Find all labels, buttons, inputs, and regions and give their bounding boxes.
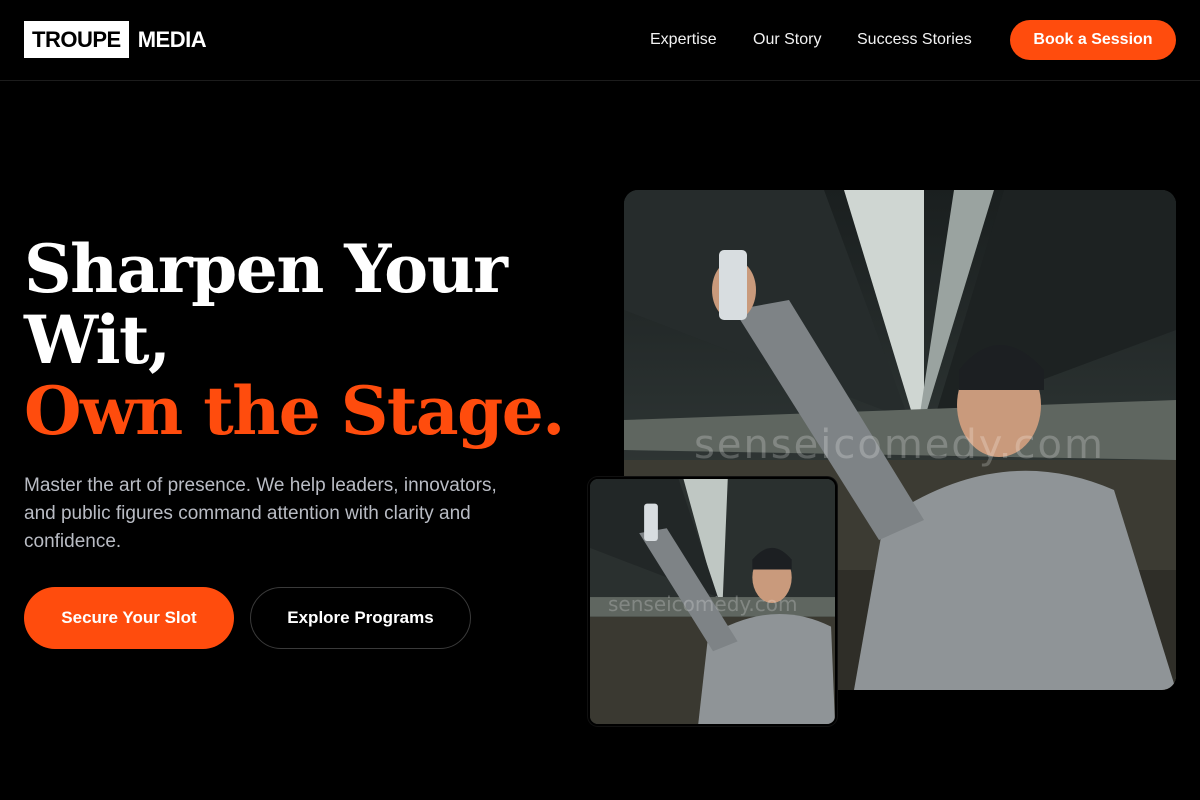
hero-subtitle: Master the art of presence. We help lead… — [24, 475, 497, 552]
hero-title-line: Sharpen Your Wit, — [24, 230, 508, 379]
hero-photo-small: senseicomedy.com — [588, 477, 837, 726]
site-header: TROUPE MEDIA Expertise Our Story Success… — [0, 0, 1200, 81]
book-session-button[interactable]: Book a Session — [1010, 20, 1176, 60]
hero-title: Sharpen Your Wit, Own the Stage. — [24, 234, 584, 447]
watermark: senseicomedy.com — [694, 422, 1105, 468]
main-nav: Expertise Our Story Success Stories Book… — [0, 0, 1200, 80]
nav-link-expertise[interactable]: Expertise — [650, 31, 717, 49]
nav-link-our-story[interactable]: Our Story — [753, 31, 821, 49]
secure-slot-button[interactable]: Secure Your Slot — [24, 587, 234, 649]
nav-link-success-stories[interactable]: Success Stories — [857, 31, 972, 49]
hero-title-accent: Own the Stage. — [24, 372, 565, 450]
explore-programs-button[interactable]: Explore Programs — [250, 587, 471, 649]
watermark: senseicomedy.com — [608, 592, 798, 616]
